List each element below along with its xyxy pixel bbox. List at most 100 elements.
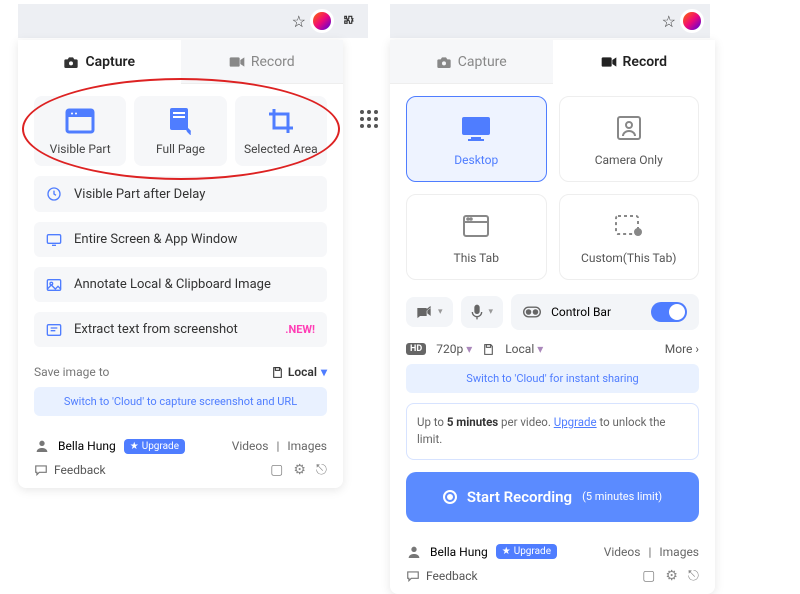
control-bar-toggle[interactable]: Control Bar [511,294,699,330]
tabs-right: Capture Record [390,40,715,84]
quality-selector[interactable]: 720p ▾ [436,342,472,356]
feedback-link[interactable]: Feedback [426,569,478,583]
card-desktop[interactable]: Desktop [406,96,547,182]
card-camera-only[interactable]: Camera Only [559,96,700,182]
save-to-label: Save image to [34,365,109,379]
mic-toggle[interactable] [461,296,504,328]
row-label: Annotate Local & Clipboard Image [74,277,271,292]
card-visible-part[interactable]: Visible Part [34,96,126,166]
star-icon[interactable]: ☆ [662,12,676,31]
card-selected-area[interactable]: Selected Area [235,96,327,166]
card-label: Selected Area [244,142,318,156]
feedback-bar: Feedback ▢ ⚙ ⎋ [390,564,715,594]
save-to-row: Save image to Local ▾ [34,365,327,379]
card-label: Full Page [156,142,205,156]
link-videos[interactable]: Videos [232,439,269,453]
upgrade-badge[interactable]: ★ Upgrade [496,544,557,559]
username[interactable]: Bella Hung [430,545,488,559]
row-label: Visible Part after Delay [74,187,205,202]
settings-icon[interactable]: ⚙ [665,568,678,584]
capture-mode-grid: Visible Part Full Page Selected Area [34,96,327,166]
card-label: Visible Part [50,142,111,156]
user-square-icon [568,111,691,145]
image-icon [46,278,64,292]
row-entire-screen[interactable]: Entire Screen & App Window [34,222,327,257]
card-label: Custom(This Tab) [581,251,676,265]
tab-record[interactable]: Record [181,40,344,84]
chat-icon [34,464,48,476]
logout-icon[interactable]: ⎋ [688,568,699,584]
browser-icon [415,209,538,243]
puzzle-icon[interactable] [338,9,362,33]
star-icon[interactable]: ☆ [292,12,306,31]
link-images[interactable]: Images [659,545,699,559]
avatar-icon[interactable] [406,544,422,560]
clock-icon [46,186,64,202]
card-this-tab[interactable]: This Tab [406,194,547,280]
record-popup: Capture Record Desktop Camera Only [390,40,715,594]
page-icon [140,106,220,136]
tab-capture-label: Capture [85,54,135,70]
crop-icon [241,106,321,136]
new-badge: .NEW! [285,323,315,336]
row-label: Entire Screen & App Window [74,232,237,247]
video-folder-icon[interactable]: ▢ [642,568,655,584]
control-bar-label: Control Bar [551,305,611,319]
chat-icon [406,570,420,582]
tab-capture-label: Capture [458,54,507,70]
tab-capture[interactable]: Capture [18,40,181,84]
save-icon [482,343,495,356]
more-link[interactable]: More › [665,342,699,356]
address-bar-right: ☆ [390,4,710,38]
controls-row: Control Bar [406,294,699,330]
cloud-banner[interactable]: Switch to 'Cloud' for instant sharing [406,364,699,393]
start-label: Start Recording [467,488,572,506]
tab-capture[interactable]: Capture [390,40,553,84]
tabs-left: Capture Record [18,40,343,84]
row-extract-text[interactable]: Extract text from screenshot .NEW! [34,312,327,347]
card-label: This Tab [454,251,499,265]
card-label: Camera Only [595,153,663,167]
monitor-icon [415,111,538,145]
upgrade-link[interactable]: Upgrade [554,415,597,429]
link-videos[interactable]: Videos [604,545,641,559]
hd-icon: HD [406,343,426,355]
logout-icon[interactable]: ⎋ [316,462,327,478]
meta-row: HD 720p ▾ Local ▾ More › [406,342,699,356]
extension-icon[interactable] [680,9,704,33]
tab-record-label: Record [251,54,295,70]
card-full-page[interactable]: Full Page [134,96,226,166]
username[interactable]: Bella Hung [58,439,116,453]
start-recording-button[interactable]: Start Recording (5 minutes limit) [406,472,699,522]
extension-icon[interactable] [310,9,334,33]
user-bar: Bella Hung ★ Upgrade Videos | Images [390,534,715,564]
tab-record-label: Record [623,54,667,70]
card-custom-tab[interactable]: Custom(This Tab) [559,194,700,280]
apps-grid-icon[interactable] [360,110,382,132]
window-icon [40,106,120,136]
limit-info: Up to 5 minutes per video. Upgrade to un… [406,403,699,460]
settings-icon[interactable]: ⚙ [293,462,306,478]
address-bar-left: ☆ [18,4,368,38]
storage-selector[interactable]: Local ▾ [505,342,543,356]
card-label: Desktop [454,153,498,167]
cloud-banner[interactable]: Switch to 'Cloud' to capture screenshot … [34,387,327,416]
upgrade-badge[interactable]: ★ Upgrade [124,439,185,454]
camera-toggle[interactable] [406,297,453,327]
monitor-icon [46,233,64,247]
feedback-link[interactable]: Feedback [54,463,106,477]
capture-popup: Capture Record Visible Part Full Page [18,40,343,488]
feedback-bar: Feedback ▢ ⚙ ⎋ [18,458,343,488]
toggle-switch[interactable] [651,302,687,322]
row-visible-delay[interactable]: Visible Part after Delay [34,176,327,212]
avatar-icon[interactable] [34,438,50,454]
tab-record[interactable]: Record [553,40,716,84]
user-bar: Bella Hung ★ Upgrade Videos | Images [18,428,343,458]
save-to-selector[interactable]: Local ▾ [271,365,327,379]
record-mode-grid: Desktop Camera Only This Tab Custom(This… [406,96,699,280]
video-folder-icon[interactable]: ▢ [270,462,283,478]
record-dot-icon [443,490,457,504]
custom-selection-icon [568,209,691,243]
link-images[interactable]: Images [287,439,327,453]
row-annotate[interactable]: Annotate Local & Clipboard Image [34,267,327,302]
